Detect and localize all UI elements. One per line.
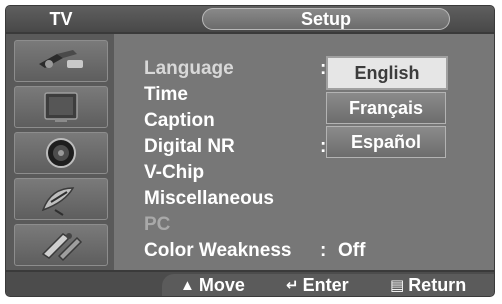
menu-item-color-weakness[interactable]: Color Weakness — [144, 240, 291, 262]
menu-item-caption[interactable]: Caption — [144, 110, 215, 132]
menu-item-v-chip[interactable]: V-Chip — [144, 162, 204, 184]
language-option-espanol[interactable]: Español — [326, 126, 446, 158]
move-hint-label: Move — [198, 275, 245, 295]
return-hint-label: Return — [408, 275, 467, 295]
return-icon: ▤ — [390, 277, 405, 294]
footer-hints: ▲︎ Move ↵ Enter ▤ Return — [162, 274, 494, 296]
tv-label: TV — [49, 9, 73, 29]
menu-item-digital-nr[interactable]: Digital NR — [144, 136, 235, 158]
satellite-dish-icon — [41, 187, 75, 216]
language-option-francais[interactable]: Français — [326, 92, 446, 124]
tv-screen-icon — [44, 92, 78, 122]
menu-item-time[interactable]: Time — [144, 84, 188, 106]
up-down-arrow-icon: ▲︎ — [180, 277, 195, 294]
sound-category-button[interactable] — [14, 132, 108, 174]
language-option-english[interactable]: English — [326, 56, 448, 90]
menu-item-pc: PC — [144, 214, 171, 235]
input-category-button[interactable] — [14, 40, 108, 82]
category-icon-column — [6, 34, 114, 270]
header-bar: TV Setup — [6, 6, 494, 34]
language-dropdown: English Français Español — [326, 56, 448, 162]
menu-item-language[interactable]: Language — [144, 58, 234, 80]
setup-menu: Language : Time Caption Digital NR : V-C… — [114, 34, 494, 270]
setup-category-button[interactable] — [14, 224, 108, 266]
color-weakness-colon: : — [320, 240, 327, 261]
move-hint: ▲︎ Move — [180, 274, 245, 296]
color-weakness-value: Off — [338, 240, 366, 261]
speaker-icon — [46, 138, 76, 168]
channel-category-button[interactable] — [14, 178, 108, 220]
enter-hint-label: Enter — [302, 275, 349, 295]
return-hint: ▤ Return — [390, 274, 466, 296]
enter-hint: ↵ Enter — [286, 274, 349, 296]
footer-bar: ▲︎ Move ↵ Enter ▤ Return — [6, 270, 494, 296]
setup-title: Setup — [202, 8, 450, 30]
picture-category-button[interactable] — [14, 86, 108, 128]
menu-item-miscellaneous[interactable]: Miscellaneous — [144, 188, 274, 210]
tv-osd-window: TV Setup Language: Time Caption Digital… — [6, 6, 494, 296]
enter-icon: ↵ — [286, 277, 299, 294]
input-connector-icon — [39, 50, 83, 68]
setup-tools-icon — [41, 233, 83, 262]
